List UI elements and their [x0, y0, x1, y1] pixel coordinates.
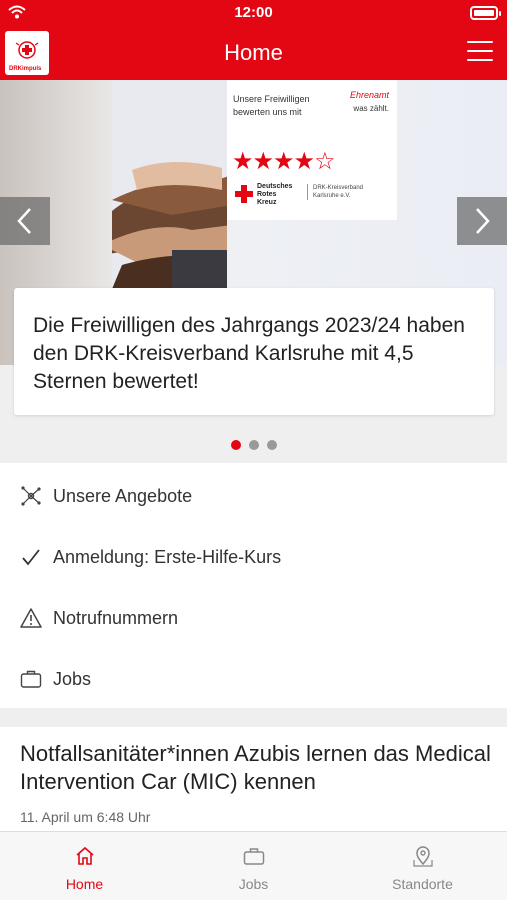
briefcase-icon — [20, 670, 42, 688]
carousel-prev-button[interactable] — [0, 197, 50, 245]
hamburger-menu-icon[interactable] — [467, 41, 493, 63]
bottom-tab-bar: Home Jobs Standorte — [0, 831, 507, 900]
list-item-angebote[interactable]: Unsere Angebote — [0, 465, 507, 526]
list-item-erste-hilfe[interactable]: Anmeldung: Erste-Hilfe-Kurs — [0, 526, 507, 587]
chevron-left-icon — [17, 208, 31, 234]
rating-stars: ★★★★☆ — [232, 148, 336, 175]
hero-carousel[interactable]: Unsere Freiwilligen bewerten uns mit Ehr… — [0, 80, 507, 463]
drk-line1: Deutsches — [257, 183, 293, 190]
drk-wordmark: Deutsches Rotes Kreuz — [235, 183, 292, 207]
promo-text-line1: Unsere Freiwilligen — [233, 94, 310, 104]
list-item-label: Notrufnummern — [53, 608, 179, 628]
tab-home[interactable]: Home — [0, 832, 169, 900]
app-header: DRKimpuls Home — [0, 26, 507, 80]
tab-jobs[interactable]: Jobs — [169, 832, 338, 900]
quick-links-list: Unsere Angebote Anmeldung: Erste-Hilfe-K… — [0, 463, 507, 708]
tab-standorte[interactable]: Standorte — [338, 832, 507, 900]
promo-text-line2: bewerten uns mit — [233, 107, 302, 117]
map-pin-icon — [413, 846, 433, 867]
tab-label: Standorte — [392, 876, 453, 892]
news-headline: Notfallsanitäter*innen Azubis lernen das… — [20, 741, 491, 794]
tab-label: Home — [65, 876, 104, 892]
red-cross-icon — [235, 185, 253, 203]
carousel-headline: Die Freiwilligen des Jahrgangs 2023/24 h… — [33, 314, 465, 393]
kv-line2: Karlsruhe e.V. — [313, 193, 351, 199]
list-item-jobs[interactable]: Jobs — [0, 648, 507, 709]
network-icon — [21, 486, 41, 506]
hands-photo — [112, 80, 227, 289]
promo-signature: Ehrenamt — [349, 90, 389, 100]
list-item-label: Anmeldung: Erste-Hilfe-Kurs — [53, 547, 282, 567]
status-time: 12:00 — [234, 4, 273, 21]
briefcase-icon — [243, 848, 265, 865]
battery-icon — [470, 6, 501, 20]
news-date: 11. April um 6:48 Uhr — [20, 809, 151, 825]
tab-label: Jobs — [238, 876, 269, 892]
promo-graphic: Unsere Freiwilligen bewerten uns mit Ehr… — [227, 80, 397, 220]
checkmark-icon — [22, 549, 40, 566]
chevron-right-icon — [476, 208, 490, 234]
promo-signature-sub: was zählt. — [353, 104, 389, 113]
carousel-pagination — [0, 437, 507, 455]
logo-text: DRKimpuls — [9, 66, 42, 72]
list-item-notrufnummern[interactable]: Notrufnummern — [0, 587, 507, 648]
carousel-next-button[interactable] — [457, 197, 507, 245]
drk-line3: Kreuz — [257, 199, 277, 206]
carousel-caption-card[interactable]: Die Freiwilligen des Jahrgangs 2023/24 h… — [14, 288, 494, 415]
drk-line2: Rotes — [257, 191, 277, 198]
kv-wordmark: DRK-Kreisverband Karlsruhe e.V. — [307, 184, 363, 200]
page-title: Home — [224, 40, 283, 65]
list-item-label: Jobs — [53, 669, 92, 689]
list-item-label: Unsere Angebote — [53, 486, 193, 506]
status-bar: 12:00 — [0, 0, 507, 26]
pagination-dot-2[interactable] — [248, 440, 259, 450]
pagination-dot-1[interactable] — [230, 440, 241, 450]
kv-line1: DRK-Kreisverband — [313, 185, 364, 191]
warning-icon — [20, 608, 42, 628]
pagination-dot-3[interactable] — [266, 440, 277, 450]
news-card[interactable]: Notfallsanitäter*innen Azubis lernen das… — [0, 727, 507, 847]
home-icon — [76, 846, 94, 865]
